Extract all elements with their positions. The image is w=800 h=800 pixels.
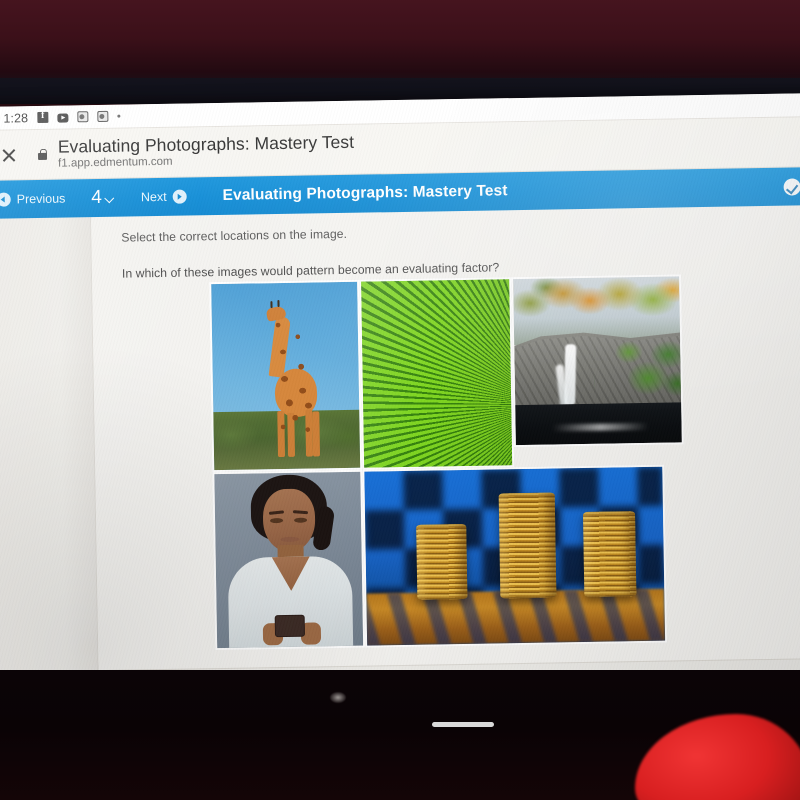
woman-phone-photo[interactable] xyxy=(212,469,366,651)
previous-button-label: Previous xyxy=(16,191,66,207)
giraffe-spots xyxy=(266,312,326,464)
next-button-label: Next xyxy=(140,189,167,205)
image-grid-row-top xyxy=(209,274,692,473)
giraffe-photo[interactable] xyxy=(209,279,363,473)
home-indicator xyxy=(432,722,494,727)
arrow-left-circle-icon xyxy=(0,192,11,207)
answer-image-grid xyxy=(209,274,695,651)
waterfall-photo[interactable] xyxy=(511,274,684,448)
device-screen: 1:28 Evaluating Photographs: Mastery Tes… xyxy=(0,93,800,695)
left-rail xyxy=(0,217,99,672)
woman-phone xyxy=(274,614,306,638)
question-number-value: 4 xyxy=(91,186,103,209)
youtube-icon xyxy=(57,112,69,123)
status-clock: 1:28 xyxy=(3,110,29,126)
content-area: Select the correct locations on the imag… xyxy=(0,205,800,672)
coin-stacks-photo[interactable] xyxy=(362,464,668,648)
question-number-dropdown[interactable]: 4 xyxy=(91,187,115,209)
overflow-dot-icon xyxy=(117,114,121,118)
question-pane: Select the correct locations on the imag… xyxy=(91,205,800,671)
device-photo-frame: 1:28 Evaluating Photographs: Mastery Tes… xyxy=(0,0,800,800)
coin-stack xyxy=(415,523,468,600)
coin-stack xyxy=(582,510,636,597)
question-instruction: Select the correct locations on the imag… xyxy=(121,226,348,245)
chevron-down-icon xyxy=(106,195,115,204)
arrow-right-circle-icon xyxy=(172,189,187,204)
toolbar-title: Evaluating Photographs: Mastery Test xyxy=(222,182,508,204)
leaf-shading xyxy=(361,279,513,468)
close-icon[interactable] xyxy=(0,142,22,168)
coin-stack xyxy=(498,492,557,599)
app-icon-2 xyxy=(97,110,109,123)
next-button[interactable]: Next xyxy=(140,189,187,205)
bezel-speck xyxy=(330,692,346,703)
app-icon-1 xyxy=(77,111,89,123)
previous-button[interactable]: Previous xyxy=(0,192,65,207)
lock-icon xyxy=(38,149,47,160)
palm-leaf-photo[interactable] xyxy=(359,277,515,470)
check-circle-icon[interactable] xyxy=(783,177,800,196)
facebook-icon xyxy=(37,111,49,124)
image-grid-row-bottom xyxy=(212,464,695,651)
question-prompt: In which of these images would pattern b… xyxy=(121,260,500,281)
waterfall-greenery xyxy=(593,332,682,408)
